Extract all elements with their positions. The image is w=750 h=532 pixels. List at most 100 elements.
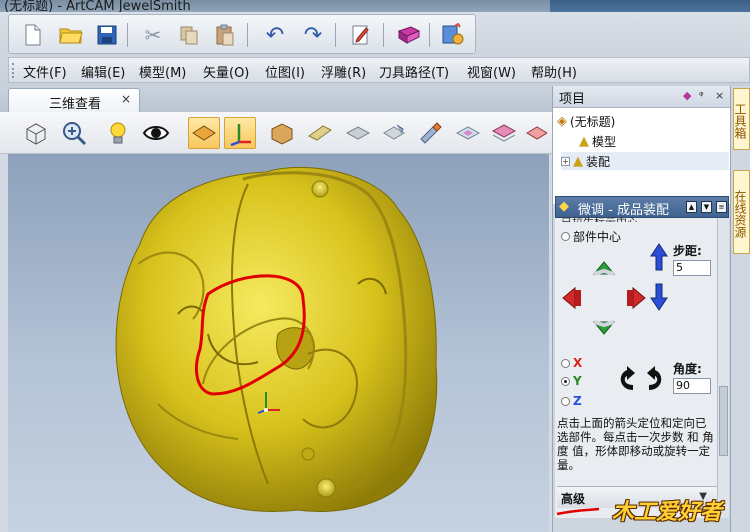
- menu-relief[interactable]: 浮雕(R): [321, 62, 366, 81]
- tree-item-assembly[interactable]: + ▲ 装配: [561, 152, 729, 170]
- color-plane-icon[interactable]: [452, 117, 484, 149]
- clipped-option-text: 已拉生标示中心: [561, 214, 638, 222]
- close-icon[interactable]: ×: [715, 89, 724, 102]
- step-label: 步距:: [673, 244, 702, 258]
- axis-z-radio[interactable]: Z: [561, 394, 582, 408]
- project-options-icon[interactable]: ◆: [683, 89, 691, 102]
- undo-icon[interactable]: ↶: [261, 21, 289, 49]
- menu-window[interactable]: 视窗(W): [467, 62, 516, 81]
- tab-3d-view-label: 三维查看: [49, 97, 102, 112]
- document-tab-strip: 三维查看 ×: [0, 86, 552, 112]
- move-arrows: [562, 261, 646, 335]
- menu-vector[interactable]: 矢量(O): [203, 62, 249, 81]
- axis-x-label: X: [573, 356, 583, 370]
- light-bulb-icon[interactable]: [102, 117, 134, 149]
- rotate-arrows: [620, 366, 662, 390]
- document-area: 三维查看 ×: [0, 86, 552, 532]
- toolbar-separator: [383, 23, 384, 47]
- top-chrome: ✂ ↶ ↷ 文件(F) 编辑(E) 模型(M) 矢量(O) 位图(I) 浮雕(R…: [0, 12, 750, 86]
- angle-label: 角度:: [673, 362, 702, 376]
- watermark-text: 木工爱好者: [612, 500, 723, 525]
- radio-dot-selected: [561, 376, 570, 386]
- layer-block-icon[interactable]: [378, 117, 410, 149]
- wizard-icon[interactable]: [439, 21, 467, 49]
- new-file-icon[interactable]: [19, 21, 47, 49]
- slab-icon[interactable]: [304, 117, 336, 149]
- menu-edit[interactable]: 编辑(E): [81, 62, 125, 81]
- menu-file[interactable]: 文件(F): [23, 62, 67, 81]
- part-center-label: 部件中心: [573, 230, 622, 244]
- eye-icon[interactable]: [140, 117, 172, 149]
- menu-bar: 文件(F) 编辑(E) 模型(M) 矢量(O) 位图(I) 浮雕(R) 刀具路径…: [8, 57, 750, 83]
- pin-icon[interactable]: ᵠ: [699, 89, 704, 102]
- view-toolbar: [0, 112, 552, 154]
- tweak-panel-scrollbar[interactable]: [717, 218, 729, 518]
- close-icon[interactable]: ×: [121, 92, 131, 106]
- project-panel-header: 项目 ◆ ᵠ ×: [553, 86, 731, 108]
- side-tab-toolbox[interactable]: 工具箱: [733, 88, 750, 150]
- redo-icon[interactable]: ↷: [299, 21, 327, 49]
- paint-brush-icon[interactable]: [414, 117, 446, 149]
- depth-arrows: [650, 243, 668, 311]
- extra-view-icon[interactable]: [520, 117, 552, 149]
- radio-dot: [561, 396, 570, 406]
- axes-icon[interactable]: [224, 117, 256, 149]
- panel-home-icon[interactable]: ▲: [686, 201, 697, 213]
- project-title: 项目: [559, 92, 586, 107]
- part-center-radio[interactable]: 部件中心: [561, 228, 621, 245]
- menu-model[interactable]: 模型(M): [139, 62, 186, 81]
- window-title: (无标题) - ArtCAM JewelSmith: [4, 0, 191, 12]
- tree-root[interactable]: ◈ (无标题): [557, 112, 615, 130]
- right-panel: 项目 ◆ ᵠ × ◈ (无标题) ▲ 模型 + ▲ 装配 ◆ 微调 - 成品装配…: [552, 86, 731, 532]
- rotate-cw-icon[interactable]: [647, 366, 662, 390]
- box-texture-icon[interactable]: [266, 117, 298, 149]
- plane-icon[interactable]: [342, 117, 374, 149]
- title-bar: (无标题) - ArtCAM JewelSmith: [0, 0, 750, 12]
- scrollbar-thumb[interactable]: [719, 386, 728, 456]
- step-input[interactable]: 5: [673, 260, 711, 276]
- paste-icon[interactable]: [211, 21, 239, 49]
- cut-icon[interactable]: ✂: [139, 21, 167, 49]
- move-forward-arrow[interactable]: [650, 243, 668, 271]
- save-icon[interactable]: [93, 21, 121, 49]
- standard-toolbar: ✂ ↶ ↷: [8, 14, 476, 54]
- angle-input[interactable]: 90: [673, 378, 711, 394]
- tree-item-model[interactable]: ▲ 模型: [579, 132, 616, 150]
- project-icon: ◈: [557, 113, 567, 129]
- watermark-logo: 木工爱好者: [612, 492, 722, 528]
- advanced-label: 高级: [561, 492, 586, 506]
- copy-icon[interactable]: [175, 21, 203, 49]
- menu-help[interactable]: 帮助(H): [531, 62, 577, 81]
- view-cube-icon[interactable]: [20, 117, 52, 149]
- axis-y-radio[interactable]: Y: [561, 374, 582, 388]
- tree-item-model-label: 模型: [592, 134, 617, 149]
- toolbar-separator: [429, 23, 430, 47]
- expand-icon[interactable]: +: [561, 156, 570, 166]
- tab-3d-view[interactable]: 三维查看 ×: [8, 88, 140, 112]
- menu-bitmap[interactable]: 位图(I): [265, 62, 305, 81]
- move-back-arrow[interactable]: [650, 283, 668, 311]
- panel-collapse-icon[interactable]: ▼: [701, 201, 712, 213]
- move-left-arrow[interactable]: [562, 286, 576, 310]
- menu-toolpaths[interactable]: 刀具路径(T): [379, 62, 449, 81]
- axis-x-radio[interactable]: X: [561, 356, 582, 370]
- side-tab-online-resources[interactable]: 在线资源: [733, 170, 750, 254]
- model-icon: ▲: [579, 133, 589, 149]
- layers-icon[interactable]: [488, 117, 520, 149]
- edit-notes-icon[interactable]: [347, 21, 375, 49]
- menu-grip: [12, 63, 15, 78]
- rotate-ccw-icon[interactable]: [620, 366, 635, 390]
- panel-expand-icon[interactable]: ≡: [716, 201, 727, 213]
- 3d-viewport[interactable]: [8, 154, 549, 532]
- instructions-text: 点击上面的箭头定位和定向已选部件。每点击一次步数 和 角度 值，形体即移动或旋转…: [557, 416, 714, 472]
- zoom-icon[interactable]: [58, 117, 90, 149]
- title-bar-right: [550, 0, 750, 12]
- relief-model: [115, 166, 438, 513]
- toolbar-separator: [335, 23, 336, 47]
- shaded-relief-icon[interactable]: [188, 117, 220, 149]
- move-right-arrow[interactable]: [632, 286, 646, 310]
- open-folder-icon[interactable]: [57, 21, 85, 49]
- assembly-icon: ▲: [573, 153, 583, 169]
- help-book-icon[interactable]: [395, 21, 423, 49]
- side-tab-strip: 工具箱 在线资源: [730, 86, 750, 532]
